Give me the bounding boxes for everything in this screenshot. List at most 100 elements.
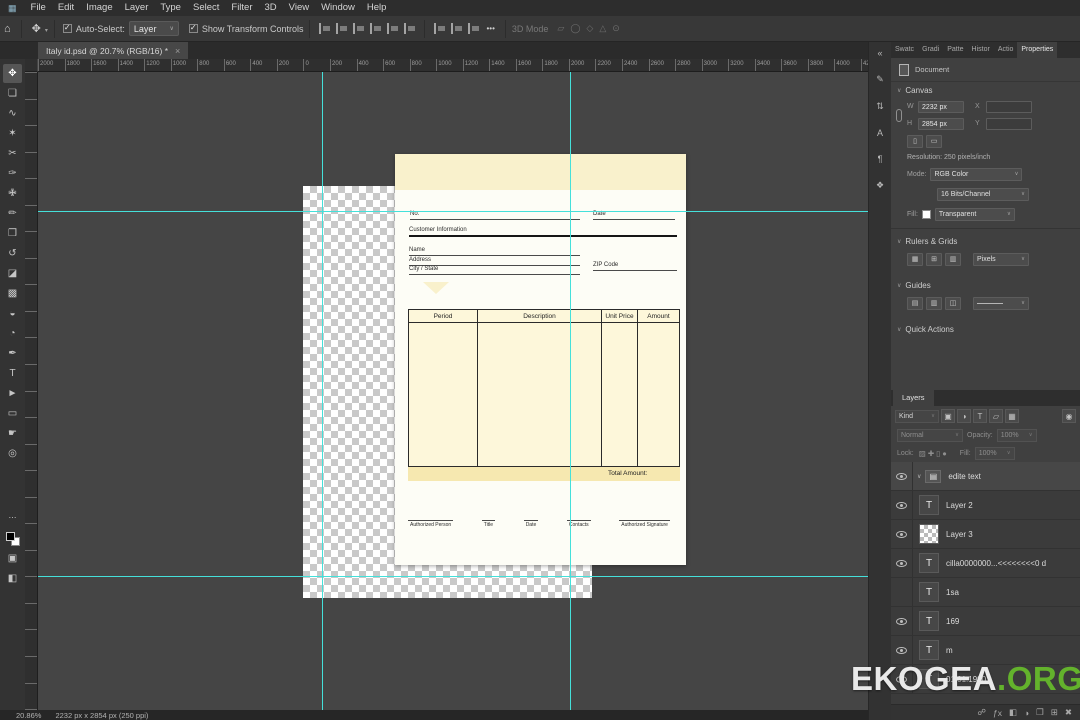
layer-row[interactable]: 169 [891, 607, 1080, 636]
menu-item[interactable]: Edit [52, 0, 80, 16]
tool-button[interactable]: ◔ [3, 324, 22, 343]
panel-tab[interactable]: Properties [1017, 42, 1058, 58]
width-input[interactable]: 2232 px [918, 100, 964, 113]
home-icon[interactable]: ⌂ [0, 23, 15, 35]
close-tab-icon[interactable]: × [175, 46, 180, 56]
tool-button[interactable]: ► [3, 384, 22, 403]
tool-button[interactable]: ✶ [3, 124, 22, 143]
ruler-toggle-icon[interactable]: ▦ [907, 252, 923, 266]
guide-style-select[interactable] [973, 296, 1029, 310]
collapsed-panel-icon[interactable]: ✎ [876, 74, 884, 85]
tool-button[interactable]: ✙ [3, 184, 22, 203]
guide-toggle-icon[interactable]: ▥ [926, 296, 942, 310]
tool-button[interactable]: ✑ [3, 164, 22, 183]
quick-mask-icon[interactable]: ▣ [3, 549, 22, 568]
layer-visibility-toggle[interactable] [891, 549, 913, 577]
layer-row[interactable]: Layer 3 [891, 520, 1080, 549]
menu-item[interactable]: Help [361, 0, 393, 16]
layer-filter-icon[interactable]: ▣ [941, 409, 955, 423]
menu-item[interactable]: Image [80, 0, 118, 16]
collapsed-panel-icon[interactable]: ⇅ [876, 101, 884, 112]
rulers-grids-section-header[interactable]: Rulers & Grids [891, 233, 1080, 249]
document-tab[interactable]: Italy id.psd @ 20.7% (RGB/16) * × [38, 42, 189, 59]
layer-name[interactable]: 1sa [946, 588, 959, 597]
filter-kind-select[interactable]: Kind [895, 409, 939, 423]
collapsed-panel-icon[interactable]: ❖ [876, 180, 884, 191]
tool-button[interactable]: ✏ [3, 204, 22, 223]
tool-button[interactable]: T [3, 364, 22, 383]
align-left-icon[interactable] [318, 23, 331, 34]
horizontal-ruler[interactable]: 2000 1800 1600 1400 1200 1000 800 600 400 200 0 200… [38, 59, 868, 72]
align-middle-icon[interactable] [386, 23, 399, 34]
layers-action-icon[interactable]: ⊞ [1051, 707, 1058, 718]
ruler-toggle-icon[interactable]: ⊞ [926, 252, 942, 266]
layer-row[interactable]: Layer 2 [891, 491, 1080, 520]
canvas-area[interactable]: No. Date Customer Information Name Addre… [38, 72, 868, 710]
menu-item[interactable]: Select [187, 0, 225, 16]
layer-name[interactable]: Layer 2 [946, 501, 973, 510]
menu-item[interactable]: 3D [259, 0, 283, 16]
layer-visibility-toggle[interactable] [891, 462, 913, 490]
align-bottom-icon[interactable] [403, 23, 416, 34]
tool-button[interactable]: ◒ [3, 304, 22, 323]
auto-select-target-select[interactable]: Layer [128, 21, 179, 36]
menu-item[interactable]: File [25, 0, 52, 16]
opacity-select[interactable]: 100% [996, 428, 1037, 442]
layer-name[interactable]: cilla0000000...<<<<<<<<0 d [946, 559, 1046, 568]
tool-button[interactable]: ❒ [3, 224, 22, 243]
guide-vertical-2[interactable] [570, 72, 571, 710]
lock-icon[interactable]: ● [941, 449, 948, 458]
layers-action-icon[interactable]: ✖ [1065, 707, 1072, 718]
distribute-horizontal-icon[interactable] [433, 23, 446, 34]
layer-filter-icon[interactable]: ▱ [989, 409, 1003, 423]
align-right-icon[interactable] [352, 23, 365, 34]
collapsed-panel-icon[interactable]: ¶ [878, 154, 883, 164]
menu-item[interactable]: Layer [119, 0, 155, 16]
zoom-level[interactable]: 20.86% [16, 711, 41, 720]
tool-button[interactable]: ◪ [3, 264, 22, 283]
align-top-icon[interactable] [369, 23, 382, 34]
layer-name[interactable]: 169 [946, 617, 959, 626]
lock-icon[interactable]: ✚ [927, 449, 935, 458]
auto-select-checkbox[interactable] [62, 23, 72, 33]
panel-tab[interactable]: Patte [943, 42, 967, 58]
layer-fill-select[interactable]: 100% [974, 446, 1015, 460]
layer-row[interactable]: 1sa [891, 578, 1080, 607]
menu-item[interactable]: Filter [225, 0, 258, 16]
units-select[interactable]: Pixels [973, 252, 1029, 266]
menu-item[interactable]: View [283, 0, 315, 16]
panel-tab[interactable]: Actio [994, 42, 1018, 58]
guide-vertical-1[interactable] [322, 72, 323, 710]
layer-visibility-toggle[interactable] [891, 607, 913, 635]
collapse-panels-icon[interactable]: « [877, 48, 882, 58]
guide-toggle-icon[interactable]: ▤ [907, 296, 923, 310]
foreground-background-swatch[interactable] [5, 532, 20, 546]
collapsed-panel-icon[interactable]: A [877, 128, 883, 138]
ruler-toggle-icon[interactable]: ▥ [945, 252, 961, 266]
screen-mode-icon[interactable]: ◧ [3, 569, 22, 588]
layers-action-icon[interactable]: ◑ [1024, 708, 1029, 718]
guide-toggle-icon[interactable]: ◫ [945, 296, 961, 310]
guides-section-header[interactable]: Guides [891, 277, 1080, 293]
link-dimensions-icon[interactable] [896, 109, 902, 122]
guide-horizontal-1[interactable] [38, 211, 868, 212]
filter-toggle-icon[interactable]: ◉ [1062, 409, 1076, 423]
layers-tab[interactable]: Layers [893, 390, 934, 406]
tool-button[interactable]: ▭ [3, 404, 22, 423]
align-center-horizontal-icon[interactable] [335, 23, 348, 34]
tool-button[interactable]: ∿ [3, 104, 22, 123]
distribute-spacing-icon[interactable] [467, 23, 480, 34]
portrait-orientation-icon[interactable] [907, 134, 923, 148]
guide-horizontal-2[interactable] [38, 576, 868, 577]
height-input[interactable]: 2854 px [918, 117, 964, 130]
fill-select[interactable]: Transparent [934, 207, 1015, 221]
tool-button[interactable]: ▩ [3, 284, 22, 303]
distribute-vertical-icon[interactable] [450, 23, 463, 34]
layer-filter-icon[interactable]: ▦ [1005, 409, 1019, 423]
panel-tab[interactable]: Histor [968, 42, 994, 58]
blend-mode-select[interactable]: Normal [897, 428, 963, 442]
layer-filter-icon[interactable]: T [973, 409, 987, 423]
layer-name[interactable]: Layer 3 [946, 530, 973, 539]
panel-tab[interactable]: Gradi [918, 42, 943, 58]
canvas-section-header[interactable]: Canvas [891, 82, 1080, 98]
